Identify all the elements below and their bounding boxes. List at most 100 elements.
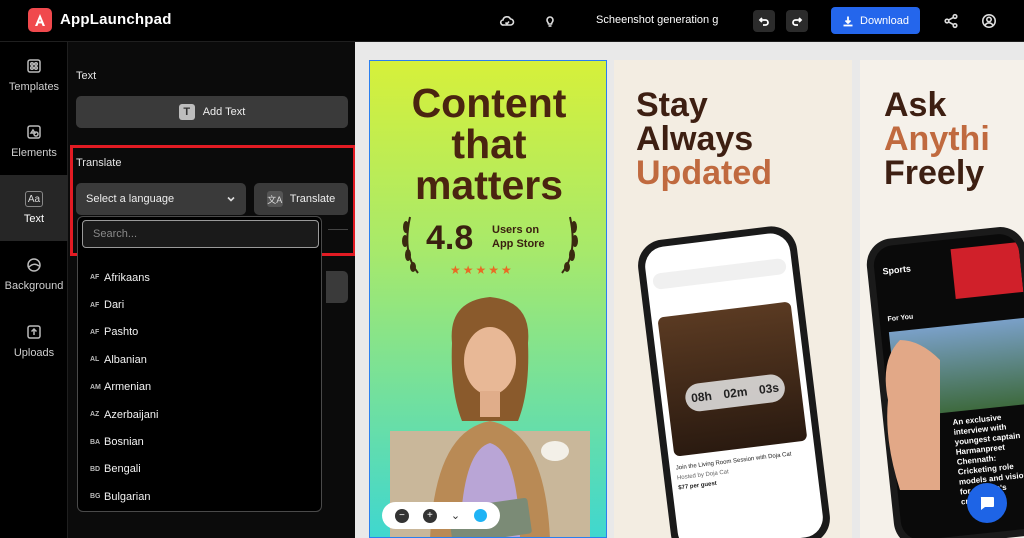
hidden-panel-button[interactable] [326, 271, 348, 303]
undo-button[interactable] [753, 10, 775, 32]
language-name: Pashto [104, 326, 139, 339]
language-option-pashto[interactable]: AF Pashto [90, 319, 310, 346]
language-option-albanian[interactable]: AL Albanian [90, 346, 310, 373]
card3-headline[interactable]: Ask Anythi Freely [884, 88, 990, 190]
background-icon [25, 256, 43, 274]
timer-hours: 08h [690, 388, 713, 406]
rail-item-uploads[interactable]: Uploads [0, 308, 68, 374]
language-option-azerbaijani[interactable]: AZ Azerbaijani [90, 401, 310, 428]
rail-item-templates[interactable]: Templates [0, 42, 68, 108]
rail-item-text[interactable]: Aa Text [0, 175, 68, 241]
headline-line: Ask [884, 86, 947, 124]
rating-badge: 4.8 Users on App Store ★★★★★ [400, 211, 580, 281]
language-option-afrikaans[interactable]: AF Afrikaans [90, 264, 310, 291]
rail-item-background[interactable]: Background [0, 241, 68, 307]
zoom-controls: − + ⌄ [382, 502, 500, 529]
headline-line: Stay [636, 86, 708, 124]
document-name[interactable]: Scheenshot generation gu [596, 14, 718, 26]
card1-headline[interactable]: Content that matters [370, 80, 606, 206]
language-name: Dari [104, 299, 125, 312]
score-banner [950, 242, 1024, 299]
language-code: AF [90, 328, 100, 336]
add-text-label: Add Text [202, 106, 246, 118]
uploads-icon [25, 323, 43, 341]
language-option-bosnian[interactable]: BA Bosnian [90, 428, 310, 455]
language-code: BA [90, 438, 101, 446]
phone-mockup: 08h 02m 03s Join the Living Room Session… [635, 223, 833, 538]
templates-icon [25, 57, 43, 75]
text-box-icon: T [178, 104, 195, 120]
rail-item-label: Uploads [13, 347, 55, 359]
language-code: BD [90, 465, 101, 473]
language-code: AL [90, 356, 100, 364]
language-search-input[interactable] [82, 220, 319, 248]
app-name[interactable]: AppLaunchpad [60, 11, 172, 28]
lightbulb-icon[interactable] [540, 11, 560, 31]
language-name: Bulgarian [104, 490, 151, 503]
color-picker-dot[interactable] [474, 509, 487, 522]
support-chat-button[interactable] [967, 483, 1007, 523]
rail-item-label: Elements [11, 147, 57, 159]
text-section-label: Text [76, 70, 97, 82]
rating-label-line: Users on [492, 224, 540, 236]
phone-screen: 08h 02m 03s Join the Living Room Session… [642, 231, 826, 538]
countdown-timer: 08h 02m 03s [683, 372, 787, 413]
language-list: AF Afrikaans AF Dari AF Pashto AL Albanian A… [90, 264, 310, 511]
language-name: Azerbaijani [104, 408, 159, 421]
star-rating: ★★★★★ [450, 263, 514, 277]
language-option-bengali[interactable]: BD Bengali [90, 456, 310, 483]
laurel-left-icon [402, 216, 419, 274]
language-option-armenian[interactable]: AM Armenian [90, 374, 310, 401]
language-code: AF [90, 301, 100, 309]
timer-minutes: 02m [722, 384, 749, 402]
language-code: AM [90, 383, 101, 391]
hand-illustration [885, 340, 940, 490]
redo-button[interactable] [786, 10, 808, 32]
app-logo-icon[interactable] [28, 8, 52, 32]
app-search-bar [652, 257, 787, 290]
collapse-icon[interactable]: ⌄ [451, 509, 460, 522]
zoom-in-button[interactable]: + [422, 508, 437, 523]
language-code: BG [90, 493, 101, 501]
add-text-button[interactable]: T Add Text [76, 96, 348, 128]
language-dropdown: AF Afrikaans AF Dari AF Pashto AL Albanian A… [77, 216, 322, 512]
woman-photo [390, 297, 590, 537]
elements-icon [25, 123, 43, 141]
share-icon[interactable] [941, 11, 961, 31]
download-icon [843, 16, 853, 26]
screenshot-card-3[interactable]: Ask Anythi Freely Sports For You An excl… [860, 60, 1024, 538]
design-canvas[interactable]: Content that matters 4.8 Users on App St… [355, 42, 1024, 538]
download-button[interactable]: Download [831, 7, 920, 34]
laurel-right-icon [561, 216, 578, 274]
language-code: AZ [90, 411, 100, 419]
sports-label: Sports [881, 263, 912, 277]
rail-item-elements[interactable]: Elements [0, 108, 68, 174]
headline-line: Anythi [884, 120, 990, 158]
headline-line: Content [411, 80, 567, 126]
download-label: Download [860, 14, 909, 27]
headline-line: Always [636, 120, 754, 158]
language-code: AF [90, 274, 100, 282]
language-name: Afrikaans [104, 271, 150, 284]
rating-label: Users on App Store [492, 223, 545, 251]
language-option-dari[interactable]: AF Dari [90, 291, 310, 318]
chat-icon [980, 497, 994, 510]
top-bar: AppLaunchpad Scheenshot generation gu Do… [0, 0, 1024, 42]
rating-value: 4.8 [426, 219, 474, 257]
card2-headline[interactable]: Stay Always Updated [636, 88, 772, 190]
headline-line: Freely [884, 154, 985, 192]
language-option-bulgarian[interactable]: BG Bulgarian [90, 483, 310, 510]
screenshot-card-2[interactable]: Stay Always Updated 08h 02m 03s Join the… [614, 60, 852, 538]
language-name: Armenian [104, 381, 152, 394]
event-image: 08h 02m 03s [657, 301, 808, 457]
zoom-out-button[interactable]: − [394, 508, 409, 523]
rail-item-label: Background [4, 280, 64, 292]
left-rail: Templates Elements Aa Text Background Up… [0, 42, 68, 538]
language-name: Bengali [104, 463, 141, 476]
screenshot-card-1[interactable]: Content that matters 4.8 Users on App St… [369, 60, 607, 538]
account-icon[interactable] [979, 11, 999, 31]
cloud-sync-icon[interactable] [497, 11, 517, 31]
rail-item-label: Text [23, 213, 45, 225]
text-icon: Aa [25, 191, 43, 207]
timer-seconds: 03s [758, 380, 780, 397]
